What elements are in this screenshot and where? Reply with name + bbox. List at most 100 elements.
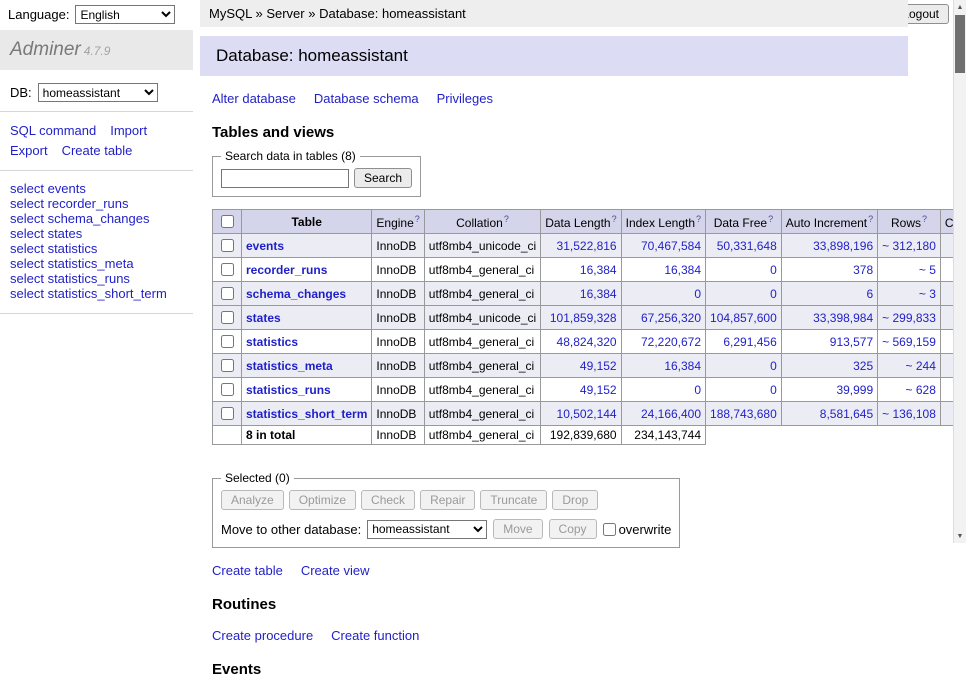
index-length-link[interactable]: 16,384: [664, 359, 701, 373]
help-link[interactable]: ?: [415, 214, 420, 224]
sidebar-select-events[interactable]: select events: [10, 181, 183, 196]
sidebar-select-states[interactable]: select states: [10, 226, 183, 241]
row-checkbox[interactable]: [221, 263, 234, 276]
breadcrumb-link-server[interactable]: Server: [266, 6, 304, 21]
data-free-link[interactable]: 188,743,680: [710, 407, 777, 421]
alter-database-link[interactable]: Alter database: [212, 91, 296, 106]
rows-link[interactable]: ~ 5: [919, 263, 936, 277]
create-table-link[interactable]: Create table: [212, 563, 283, 578]
rows-link[interactable]: ~ 299,833: [882, 311, 936, 325]
optimize-button[interactable]: Optimize: [289, 490, 356, 510]
row-checkbox[interactable]: [221, 359, 234, 372]
auto-increment-link[interactable]: 33,898,196: [813, 239, 873, 253]
auto-increment-link[interactable]: 39,999: [836, 383, 873, 397]
data-free-link[interactable]: 50,331,648: [717, 239, 777, 253]
table-name-link-statistics_short_term[interactable]: statistics_short_term: [246, 407, 367, 421]
sidebar-link-import[interactable]: Import: [110, 123, 147, 138]
vertical-scrollbar[interactable]: ▲ ▼: [953, 0, 966, 543]
row-checkbox[interactable]: [221, 287, 234, 300]
index-length-link[interactable]: 70,467,584: [641, 239, 701, 253]
rows-link[interactable]: ~ 628: [906, 383, 936, 397]
sidebar-select-schema-changes[interactable]: select schema_changes: [10, 211, 183, 226]
index-length-link[interactable]: 16,384: [664, 263, 701, 277]
data-free-link[interactable]: 0: [770, 383, 777, 397]
data-free-link[interactable]: 0: [770, 359, 777, 373]
auto-increment-link[interactable]: 325: [853, 359, 873, 373]
auto-increment-link[interactable]: 33,398,984: [813, 311, 873, 325]
data-length-link[interactable]: 49,152: [580, 383, 617, 397]
row-checkbox[interactable]: [221, 311, 234, 324]
sidebar-link-create-table[interactable]: Create table: [62, 143, 133, 158]
data-length-link[interactable]: 16,384: [580, 263, 617, 277]
overwrite-checkbox[interactable]: [603, 523, 616, 536]
move-db-select[interactable]: homeassistant: [367, 520, 487, 539]
help-link[interactable]: ?: [504, 214, 509, 224]
row-checkbox[interactable]: [221, 335, 234, 348]
scrollbar-thumb[interactable]: [955, 15, 965, 73]
data-length-link[interactable]: 10,502,144: [557, 407, 617, 421]
table-name-link-states[interactable]: states: [246, 311, 281, 325]
table-name-link-statistics_runs[interactable]: statistics_runs: [246, 383, 331, 397]
create-procedure-link[interactable]: Create procedure: [212, 628, 313, 643]
table-name-link-statistics[interactable]: statistics: [246, 335, 298, 349]
create-view-link[interactable]: Create view: [301, 563, 370, 578]
data-length-link[interactable]: 16,384: [580, 287, 617, 301]
check-button[interactable]: Check: [361, 490, 415, 510]
sidebar-link-export[interactable]: Export: [10, 143, 48, 158]
sidebar-select-recorder-runs[interactable]: select recorder_runs: [10, 196, 183, 211]
help-link[interactable]: ?: [612, 214, 617, 224]
repair-button[interactable]: Repair: [420, 490, 475, 510]
auto-increment-link[interactable]: 6: [866, 287, 873, 301]
scroll-up-arrow-icon[interactable]: ▲: [954, 0, 966, 14]
search-button[interactable]: Search: [354, 168, 412, 188]
rows-link[interactable]: ~ 3: [919, 287, 936, 301]
create-function-link[interactable]: Create function: [331, 628, 419, 643]
index-length-link[interactable]: 24,166,400: [641, 407, 701, 421]
auto-increment-link[interactable]: 378: [853, 263, 873, 277]
help-link[interactable]: ?: [922, 214, 927, 224]
index-length-link[interactable]: 67,256,320: [641, 311, 701, 325]
copy-button[interactable]: Copy: [549, 519, 597, 539]
analyze-button[interactable]: Analyze: [221, 490, 284, 510]
sidebar-select-statistics-short-term[interactable]: select statistics_short_term: [10, 286, 183, 301]
rows-link[interactable]: ~ 312,180: [882, 239, 936, 253]
language-select[interactable]: English: [75, 5, 175, 24]
data-length-link[interactable]: 101,859,328: [550, 311, 617, 325]
help-link[interactable]: ?: [696, 214, 701, 224]
sidebar-select-statistics[interactable]: select statistics: [10, 241, 183, 256]
auto-increment-link[interactable]: 913,577: [830, 335, 873, 349]
table-name-link-statistics_meta[interactable]: statistics_meta: [246, 359, 333, 373]
data-free-link[interactable]: 0: [770, 287, 777, 301]
truncate-button[interactable]: Truncate: [480, 490, 547, 510]
row-checkbox[interactable]: [221, 407, 234, 420]
rows-link[interactable]: ~ 244: [906, 359, 936, 373]
index-length-link[interactable]: 72,220,672: [641, 335, 701, 349]
index-length-link[interactable]: 0: [694, 383, 701, 397]
help-link[interactable]: ?: [868, 214, 873, 224]
data-free-link[interactable]: 104,857,600: [710, 311, 777, 325]
data-length-link[interactable]: 31,522,816: [557, 239, 617, 253]
data-free-link[interactable]: 0: [770, 263, 777, 277]
row-checkbox[interactable]: [221, 239, 234, 252]
db-select[interactable]: homeassistant: [38, 83, 158, 102]
search-input[interactable]: [221, 169, 349, 188]
database-schema-link[interactable]: Database schema: [314, 91, 419, 106]
rows-link[interactable]: ~ 569,159: [882, 335, 936, 349]
table-name-link-recorder_runs[interactable]: recorder_runs: [246, 263, 327, 277]
data-length-link[interactable]: 49,152: [580, 359, 617, 373]
sidebar-select-statistics-runs[interactable]: select statistics_runs: [10, 271, 183, 286]
index-length-link[interactable]: 0: [694, 287, 701, 301]
privileges-link[interactable]: Privileges: [437, 91, 493, 106]
auto-increment-link[interactable]: 8,581,645: [820, 407, 873, 421]
breadcrumb-link-mysql[interactable]: MySQL: [209, 6, 252, 21]
sidebar-link-sql-command[interactable]: SQL command: [10, 123, 96, 138]
move-button[interactable]: Move: [493, 519, 542, 539]
sidebar-select-statistics-meta[interactable]: select statistics_meta: [10, 256, 183, 271]
data-length-link[interactable]: 48,824,320: [557, 335, 617, 349]
select-all-checkbox[interactable]: [221, 215, 234, 228]
help-link[interactable]: ?: [768, 214, 773, 224]
scroll-down-arrow-icon[interactable]: ▼: [954, 529, 966, 543]
rows-link[interactable]: ~ 136,108: [882, 407, 936, 421]
data-free-link[interactable]: 6,291,456: [723, 335, 776, 349]
table-name-link-events[interactable]: events: [246, 239, 284, 253]
